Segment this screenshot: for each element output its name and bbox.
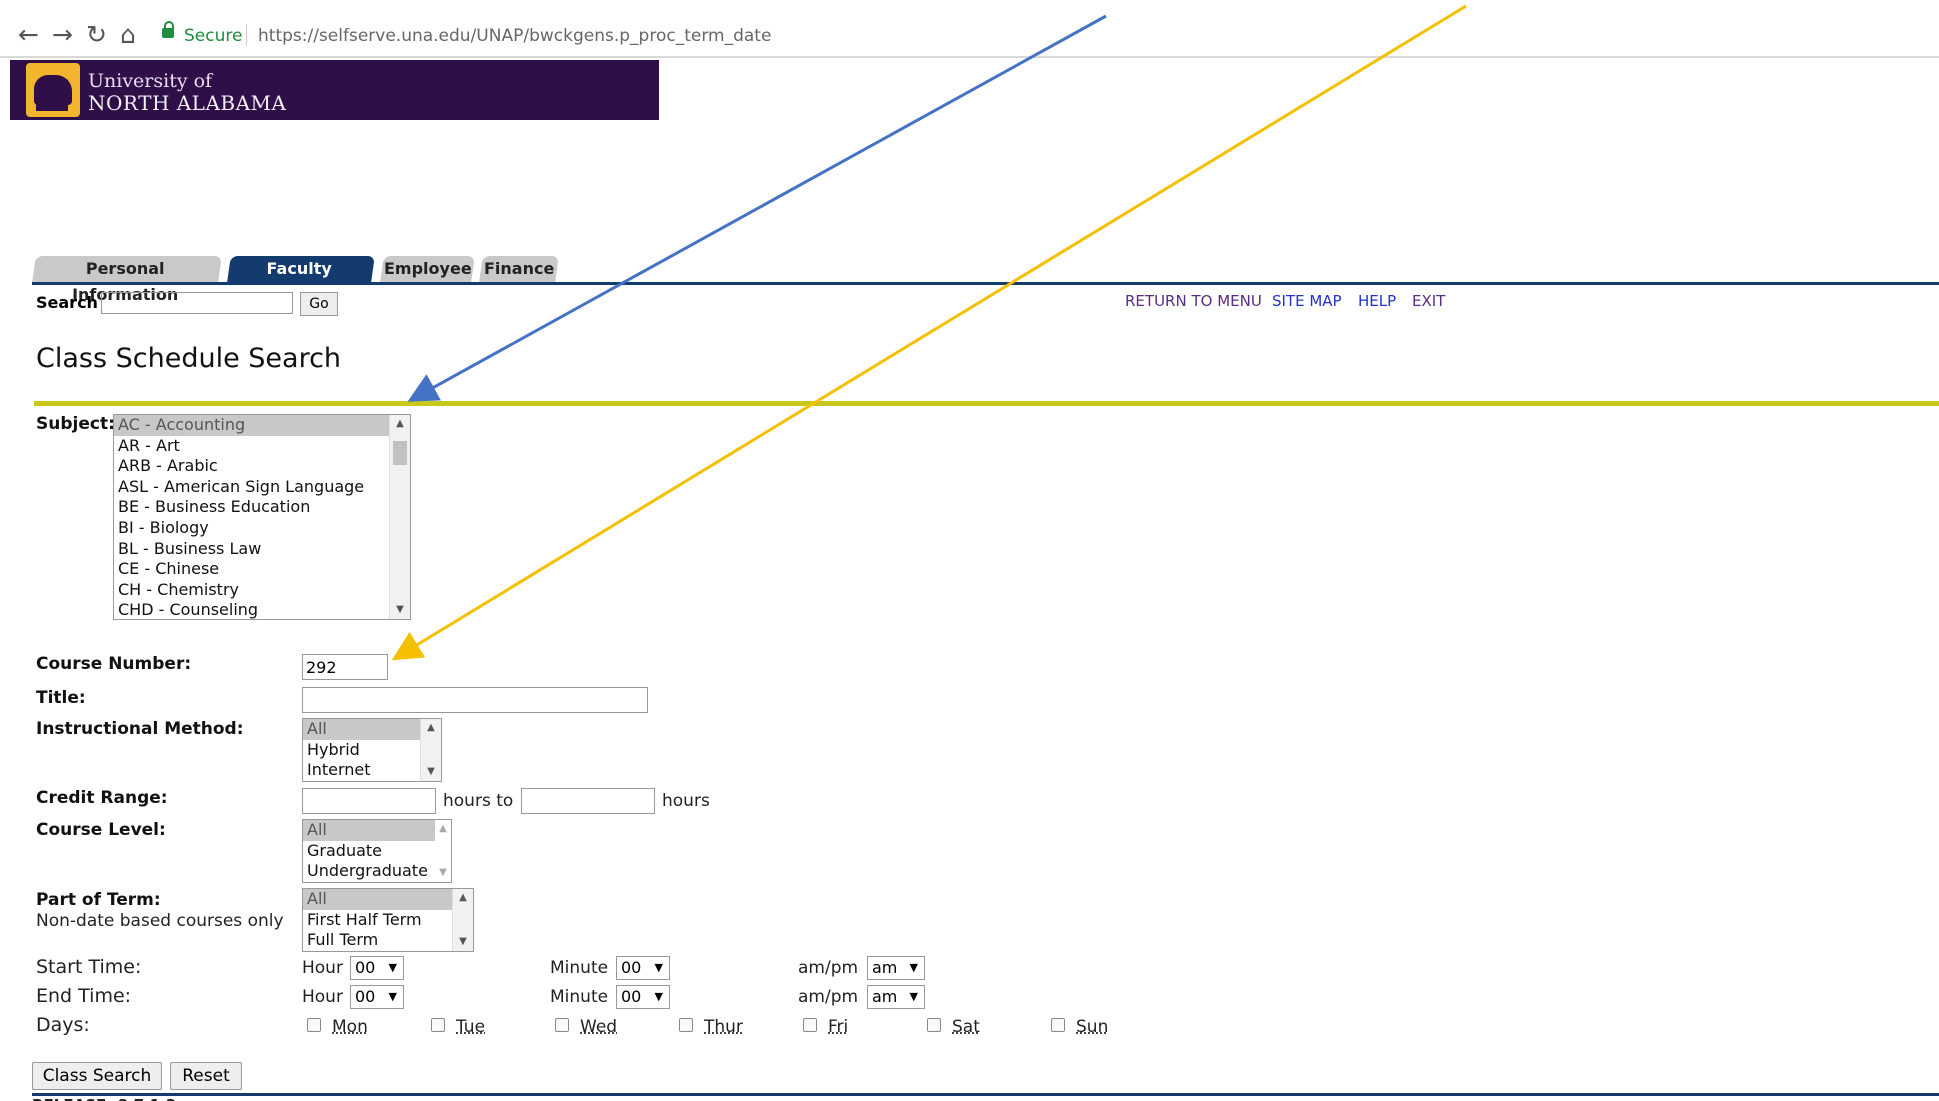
gold-arrow <box>391 4 1467 661</box>
annotation-arrows <box>391 4 1467 661</box>
blue-arrow <box>407 14 1107 402</box>
